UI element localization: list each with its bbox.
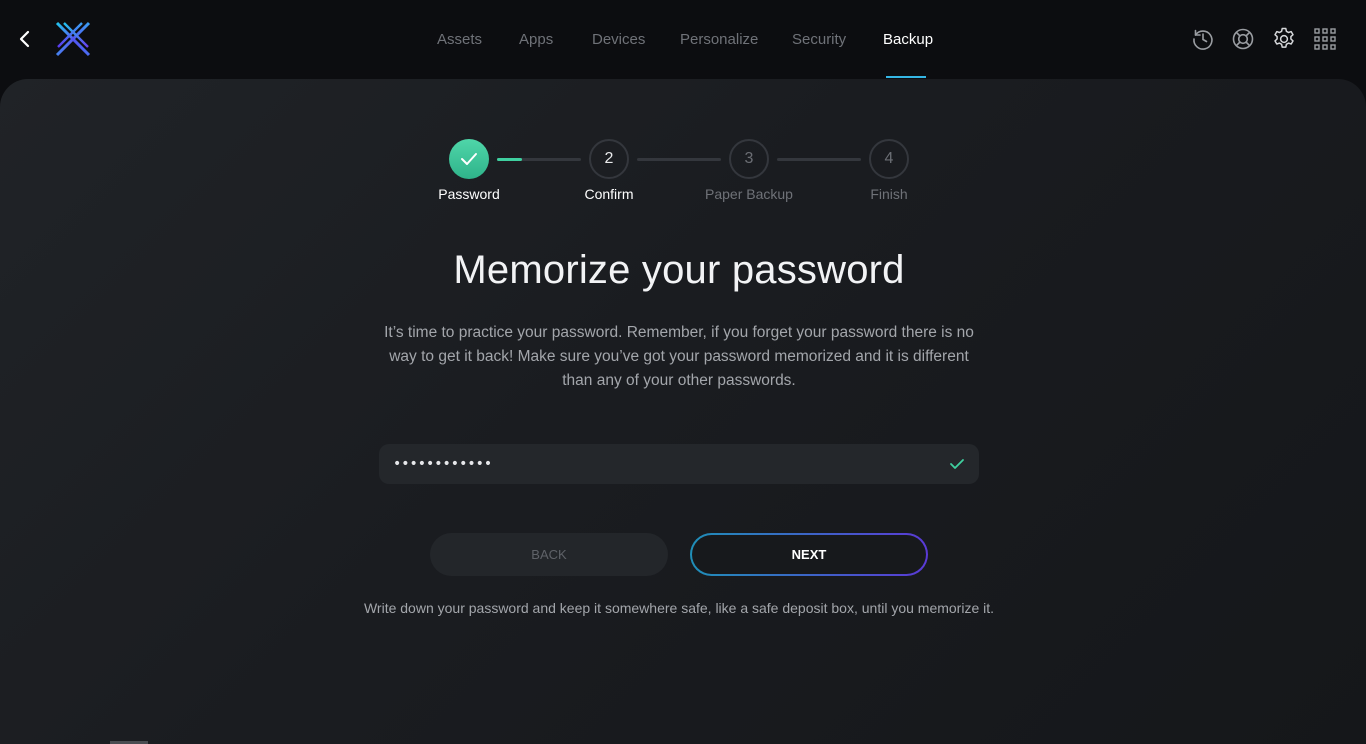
tab-personalize[interactable]: Personalize bbox=[680, 31, 758, 48]
tab-devices[interactable]: Devices bbox=[592, 31, 645, 48]
page-description: It’s time to practice your password. Rem… bbox=[384, 324, 974, 389]
step-connector-3 bbox=[777, 158, 861, 161]
main-panel bbox=[0, 79, 1366, 744]
page-title: Memorize your password bbox=[453, 248, 905, 292]
top-bar: Assets Apps Devices Personalize Security… bbox=[0, 0, 1366, 79]
safety-footnote: Write down your password and keep it som… bbox=[363, 600, 995, 616]
active-tab-indicator bbox=[886, 76, 926, 78]
back-arrow-icon[interactable] bbox=[14, 28, 36, 50]
password-input[interactable] bbox=[393, 444, 933, 484]
grid-icon[interactable] bbox=[1312, 26, 1338, 52]
valid-check-icon bbox=[950, 459, 964, 469]
tab-assets[interactable]: Assets bbox=[437, 31, 482, 48]
back-button[interactable]: BACK bbox=[430, 533, 668, 576]
step-2-label: Confirm bbox=[584, 186, 634, 202]
checkmark-icon bbox=[461, 153, 477, 165]
step-2-circle: 2 bbox=[589, 139, 629, 179]
gear-icon[interactable] bbox=[1271, 26, 1297, 52]
tab-apps[interactable]: Apps bbox=[519, 31, 553, 48]
next-button[interactable]: NEXT bbox=[690, 533, 928, 576]
step-3-label: Paper Backup bbox=[705, 186, 793, 202]
step-connector-2 bbox=[637, 158, 721, 161]
step-connector-progress bbox=[497, 158, 523, 161]
exodus-logo[interactable] bbox=[54, 21, 92, 57]
password-field[interactable] bbox=[379, 444, 979, 484]
step-4-circle: 4 bbox=[869, 139, 909, 179]
tab-backup[interactable]: Backup bbox=[883, 31, 933, 48]
step-connector-1 bbox=[497, 158, 581, 161]
step-4-label: Finish bbox=[870, 186, 908, 202]
tab-security[interactable]: Security bbox=[792, 31, 846, 48]
step-1-label: Password bbox=[438, 186, 500, 202]
main-nav: Assets Apps Devices Personalize Security… bbox=[0, 0, 1366, 79]
lifebuoy-icon[interactable] bbox=[1230, 26, 1256, 52]
step-1-complete bbox=[449, 139, 489, 179]
step-3-circle: 3 bbox=[729, 139, 769, 179]
history-icon[interactable] bbox=[1190, 26, 1216, 52]
